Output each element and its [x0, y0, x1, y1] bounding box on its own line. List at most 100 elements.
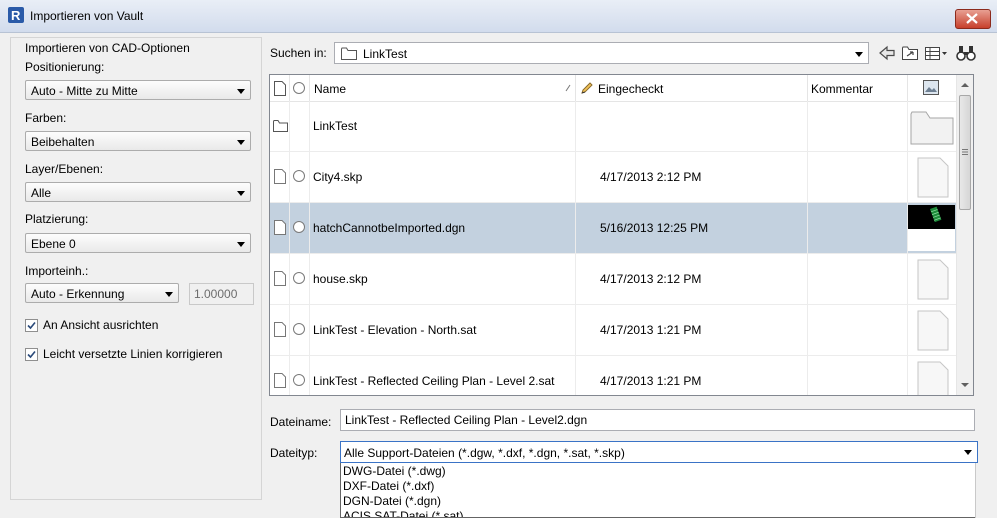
positioning-select[interactable]: Auto - Mitte zu Mitte: [25, 80, 251, 100]
file-row[interactable]: LinkTest - Elevation - North.sat 4/17/20…: [270, 305, 956, 356]
close-button[interactable]: [955, 9, 991, 29]
units-factor-field[interactable]: 1.00000: [189, 283, 254, 305]
row-icon-cell: [270, 254, 290, 304]
placement-select[interactable]: Ebene 0: [25, 233, 251, 253]
row-status-cell: [290, 254, 310, 304]
units-select[interactable]: Auto - Erkennung: [25, 283, 179, 303]
up-folder-icon[interactable]: [901, 44, 919, 62]
grip-icon: [962, 149, 968, 155]
folder-icon: [341, 47, 357, 60]
checkbox-checked-icon[interactable]: [25, 348, 38, 361]
chevron-down-icon: [165, 292, 173, 297]
dgn-preview-thumbnail: [908, 205, 955, 251]
search-in-label: Suchen in:: [270, 46, 327, 60]
filetype-option[interactable]: DGN-Datei (*.dgn): [343, 494, 441, 509]
options-group-title: Importieren von CAD-Optionen: [25, 41, 190, 55]
row-comment-cell: [808, 203, 908, 253]
row-comment-cell: [808, 101, 908, 151]
row-status-cell: [290, 101, 310, 151]
colors-select[interactable]: Beibehalten: [25, 131, 251, 151]
document-icon: [274, 169, 286, 184]
header-comment-col[interactable]: Kommentar: [808, 75, 908, 101]
placement-value: Ebene 0: [31, 237, 76, 251]
back-icon[interactable]: [878, 44, 896, 62]
file-row[interactable]: LinkTest: [270, 101, 956, 152]
row-checked-in-cell: 4/17/2013 1:21 PM: [576, 356, 808, 395]
status-circle-icon: [293, 221, 305, 233]
file-row[interactable]: LinkTest - Reflected Ceiling Plan - Leve…: [270, 356, 956, 395]
row-comment-cell: [808, 254, 908, 304]
file-row-selected[interactable]: hatchCannotbeImported.dgn 5/16/2013 12:2…: [270, 203, 956, 254]
view-menu-icon[interactable]: [924, 44, 948, 62]
row-name: house.skp: [313, 272, 368, 286]
colors-label: Farben:: [25, 111, 67, 125]
chevron-down-icon: [237, 140, 245, 145]
filetype-value: Alle Support-Dateien (*.dgw, *.dxf, *.dg…: [344, 446, 625, 460]
image-icon: [923, 80, 939, 95]
document-icon: [274, 81, 286, 96]
status-circle-icon: [293, 170, 305, 182]
filetype-select[interactable]: Alle Support-Dateien (*.dgw, *.dxf, *.dg…: [340, 441, 978, 463]
row-comment-cell: [808, 152, 908, 202]
header-name-label: Name: [314, 82, 347, 96]
row-checked-in: 4/17/2013 2:12 PM: [600, 272, 702, 286]
row-name: hatchCannotbeImported.dgn: [313, 221, 466, 235]
file-thumbnail-icon: [917, 157, 949, 198]
row-status-cell: [290, 356, 310, 395]
header-name-col[interactable]: Name: [310, 75, 576, 101]
file-list[interactable]: Name Eingecheckt Kommentar LinkTest City…: [269, 74, 974, 396]
row-name: LinkTest - Elevation - North.sat: [313, 323, 477, 337]
scroll-up-icon[interactable]: [961, 83, 969, 87]
header-checked-in-col[interactable]: Eingecheckt: [576, 75, 808, 101]
row-icon-cell: [270, 305, 290, 355]
row-name-cell: house.skp: [310, 254, 576, 304]
status-circle-icon: [293, 374, 305, 386]
folder-icon: [273, 120, 288, 132]
row-name-cell: LinkTest - Elevation - North.sat: [310, 305, 576, 355]
placement-label: Platzierung:: [25, 212, 89, 226]
filetype-option[interactable]: DXF-Datei (*.dxf): [343, 479, 434, 494]
revit-app-icon: R: [8, 7, 24, 23]
filetype-option[interactable]: ACIS SAT-Datei (*.sat): [343, 509, 463, 517]
document-icon: [274, 271, 286, 286]
row-comment-cell: [808, 305, 908, 355]
filetype-option[interactable]: DWG-Datei (*.dwg): [343, 464, 446, 479]
filename-input[interactable]: LinkTest - Reflected Ceiling Plan - Leve…: [340, 409, 975, 431]
find-icon[interactable]: [956, 44, 976, 62]
document-icon: [274, 220, 286, 235]
svg-text:R: R: [11, 8, 21, 23]
header-comment-label: Kommentar: [811, 82, 874, 96]
units-factor-value: 1.00000: [194, 287, 238, 301]
header-checked-in-label: Eingecheckt: [598, 82, 664, 96]
row-name-cell: City4.skp: [310, 152, 576, 202]
file-row[interactable]: house.skp 4/17/2013 2:12 PM: [270, 254, 956, 305]
window-title: Importieren von Vault: [30, 9, 144, 23]
checkbox-checked-icon[interactable]: [25, 319, 38, 332]
row-status-cell: [290, 305, 310, 355]
row-name-cell: hatchCannotbeImported.dgn: [310, 203, 576, 253]
scrollbar-thumb[interactable]: [959, 95, 971, 210]
row-checked-in-cell: [576, 101, 808, 151]
row-comment-cell: [808, 356, 908, 395]
layers-select[interactable]: Alle: [25, 182, 251, 202]
file-row[interactable]: City4.skp 4/17/2013 2:12 PM: [270, 152, 956, 203]
header-doc-col[interactable]: [270, 75, 290, 101]
chevron-down-icon: [237, 242, 245, 247]
dropdown-scrollbar[interactable]: [975, 463, 997, 518]
search-in-select[interactable]: LinkTest: [334, 42, 869, 64]
file-list-scrollbar[interactable]: [956, 75, 973, 395]
filetype-dropdown-list[interactable]: DWG-Datei (*.dwg) DXF-Datei (*.dxf) DGN-…: [340, 463, 978, 518]
chevron-down-icon: [237, 191, 245, 196]
row-checked-in-cell: 4/17/2013 2:12 PM: [576, 152, 808, 202]
header-status-col[interactable]: [290, 75, 310, 101]
orient-to-view-label: An Ansicht ausrichten: [43, 318, 159, 332]
row-checked-in-cell: 4/17/2013 1:21 PM: [576, 305, 808, 355]
scroll-down-icon[interactable]: [961, 383, 969, 387]
fix-lines-label: Leicht versetzte Linien korrigieren: [43, 347, 223, 361]
chevron-down-icon: [855, 52, 863, 57]
chevron-down-icon: [237, 89, 245, 94]
row-name: LinkTest - Reflected Ceiling Plan - Leve…: [313, 374, 555, 388]
document-icon: [274, 373, 286, 388]
header-thumbnail-col[interactable]: [908, 75, 956, 101]
row-status-cell: [290, 203, 310, 253]
